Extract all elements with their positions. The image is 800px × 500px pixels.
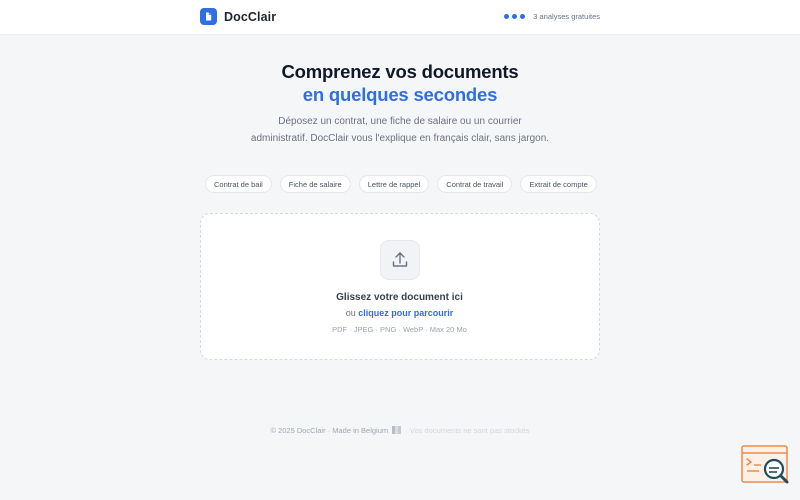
document-icon	[200, 8, 217, 25]
footer-privacy-note: · Vos documents ne sont pas stockés	[405, 426, 530, 435]
chip-contrat-de-travail[interactable]: Contrat de travail	[437, 175, 513, 193]
search-assistant-icon[interactable]	[741, 445, 791, 487]
document-type-chips: Contrat de bail Fiche de salaire Lettre …	[205, 175, 597, 193]
belgium-flag-icon	[392, 426, 402, 436]
dropzone-alt: ou cliquez pour parcourir	[201, 308, 598, 318]
browse-link[interactable]: cliquez pour parcourir	[358, 308, 453, 318]
accepted-formats: PDF · JPEG · PNG · WebP · Max 20 Mo	[332, 325, 467, 334]
page-subtitle: Déposez un contrat, une fiche de salaire…	[250, 116, 550, 144]
dropzone-alt-prefix: ou	[345, 308, 356, 318]
quota-dot	[512, 14, 518, 19]
brand-name: DocClair	[224, 9, 277, 24]
top-bar: DocClair 3 analyses gratuites	[0, 0, 800, 35]
free-analyses-indicator: 3 analyses gratuites	[504, 12, 600, 21]
page-title-line-1: Comprenez vos documents	[281, 61, 519, 82]
quota-dots	[504, 14, 526, 19]
footer: © 2025 DocClair · Made in Belgium · Vos …	[0, 426, 800, 436]
quota-text: 3 analyses gratuites	[533, 12, 600, 21]
footer-copyright: © 2025 DocClair · Made in Belgium	[270, 426, 389, 435]
chip-fiche-de-salaire[interactable]: Fiche de salaire	[279, 175, 351, 193]
quota-dot	[520, 14, 526, 19]
chip-lettre-de-rappel[interactable]: Lettre de rappel	[358, 175, 430, 193]
page-title-line-2: en quelques secondes	[302, 84, 498, 105]
quota-dot	[504, 14, 510, 19]
dropzone-title: Glissez votre document ici	[336, 292, 463, 303]
upload-dropzone[interactable]: Glissez votre document ici ou cliquez po…	[200, 213, 600, 360]
chip-contrat-de-bail[interactable]: Contrat de bail	[205, 175, 272, 193]
brand[interactable]: DocClair	[200, 8, 276, 25]
chip-extrait-de-compte[interactable]: Extrait de compte	[520, 175, 597, 193]
upload-icon	[380, 240, 420, 280]
